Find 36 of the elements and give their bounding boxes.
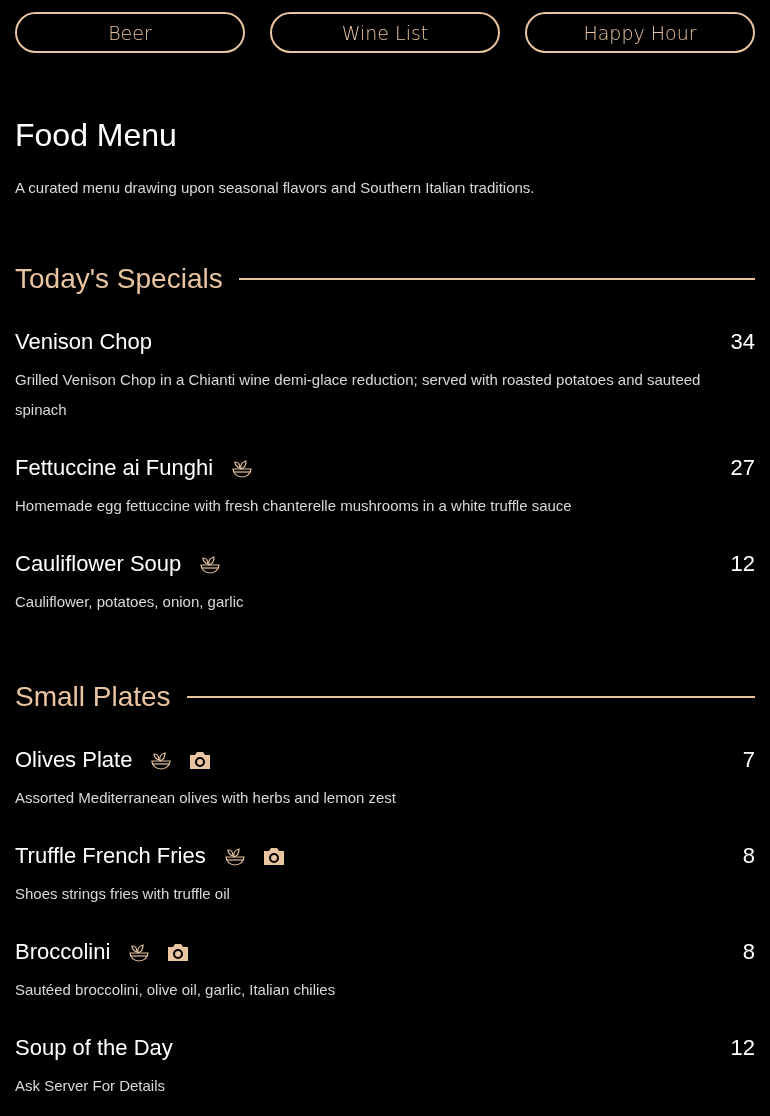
dish-description: Sautéed broccolini, olive oil, garlic, Italian chilies [15, 980, 337, 1000]
dish-price: 8 [742, 939, 755, 965]
dish-price: 8 [742, 843, 755, 869]
dish-price: 34 [730, 329, 755, 355]
dish-description: Ask Server For Details [15, 1076, 167, 1096]
nav-button[interactable]: Wine List [270, 12, 500, 53]
salad-bowl-icon [150, 750, 173, 770]
page-title: Food Menu [15, 116, 178, 155]
dish-name: Cauliflower Soup [15, 551, 182, 577]
dish-name: Soup of the Day [15, 1035, 173, 1061]
section-heading: Today's Specials [15, 263, 223, 295]
salad-bowl-icon [128, 942, 151, 962]
dish-name: Venison Chop [15, 329, 152, 355]
dish-name: Truffle French Fries [15, 843, 206, 869]
section-heading: Small Plates [15, 681, 171, 713]
camera-icon[interactable] [190, 751, 211, 769]
nav-button[interactable]: Beer [15, 12, 245, 53]
salad-bowl-icon [231, 458, 254, 478]
dish-name: Broccolini [15, 939, 111, 965]
dish-description: Cauliflower, potatoes, onion, garlic [15, 592, 245, 612]
salad-bowl-icon [223, 846, 246, 866]
camera-icon[interactable] [263, 847, 284, 865]
salad-bowl-icon [199, 554, 222, 574]
dish-price: 27 [730, 455, 755, 481]
dish-description: Grilled Venison Chop in a Chianti wine demi-glace reduction; served with roasted potatoes and sauteed spinach [15, 370, 702, 420]
dish-description: Assorted Mediterranean olives with herbs and lemon zest [15, 788, 398, 808]
camera-icon[interactable] [168, 943, 189, 961]
nav-button[interactable]: Happy Hour [525, 12, 755, 53]
dish-price: 7 [742, 747, 755, 773]
dish-price: 12 [730, 1035, 755, 1061]
menu-description: A curated menu drawing upon seasonal flavors and Southern Italian traditions. [15, 178, 536, 198]
dish-name: Olives Plate [15, 747, 133, 773]
dish-description: Shoes strings fries with truffle oil [15, 884, 231, 904]
dish-description: Homemade egg fettuccine with fresh chanterelle mushrooms in a white truffle sauce [15, 496, 573, 516]
dish-price: 12 [730, 551, 755, 577]
dish-name: Fettuccine ai Funghi [15, 455, 214, 481]
